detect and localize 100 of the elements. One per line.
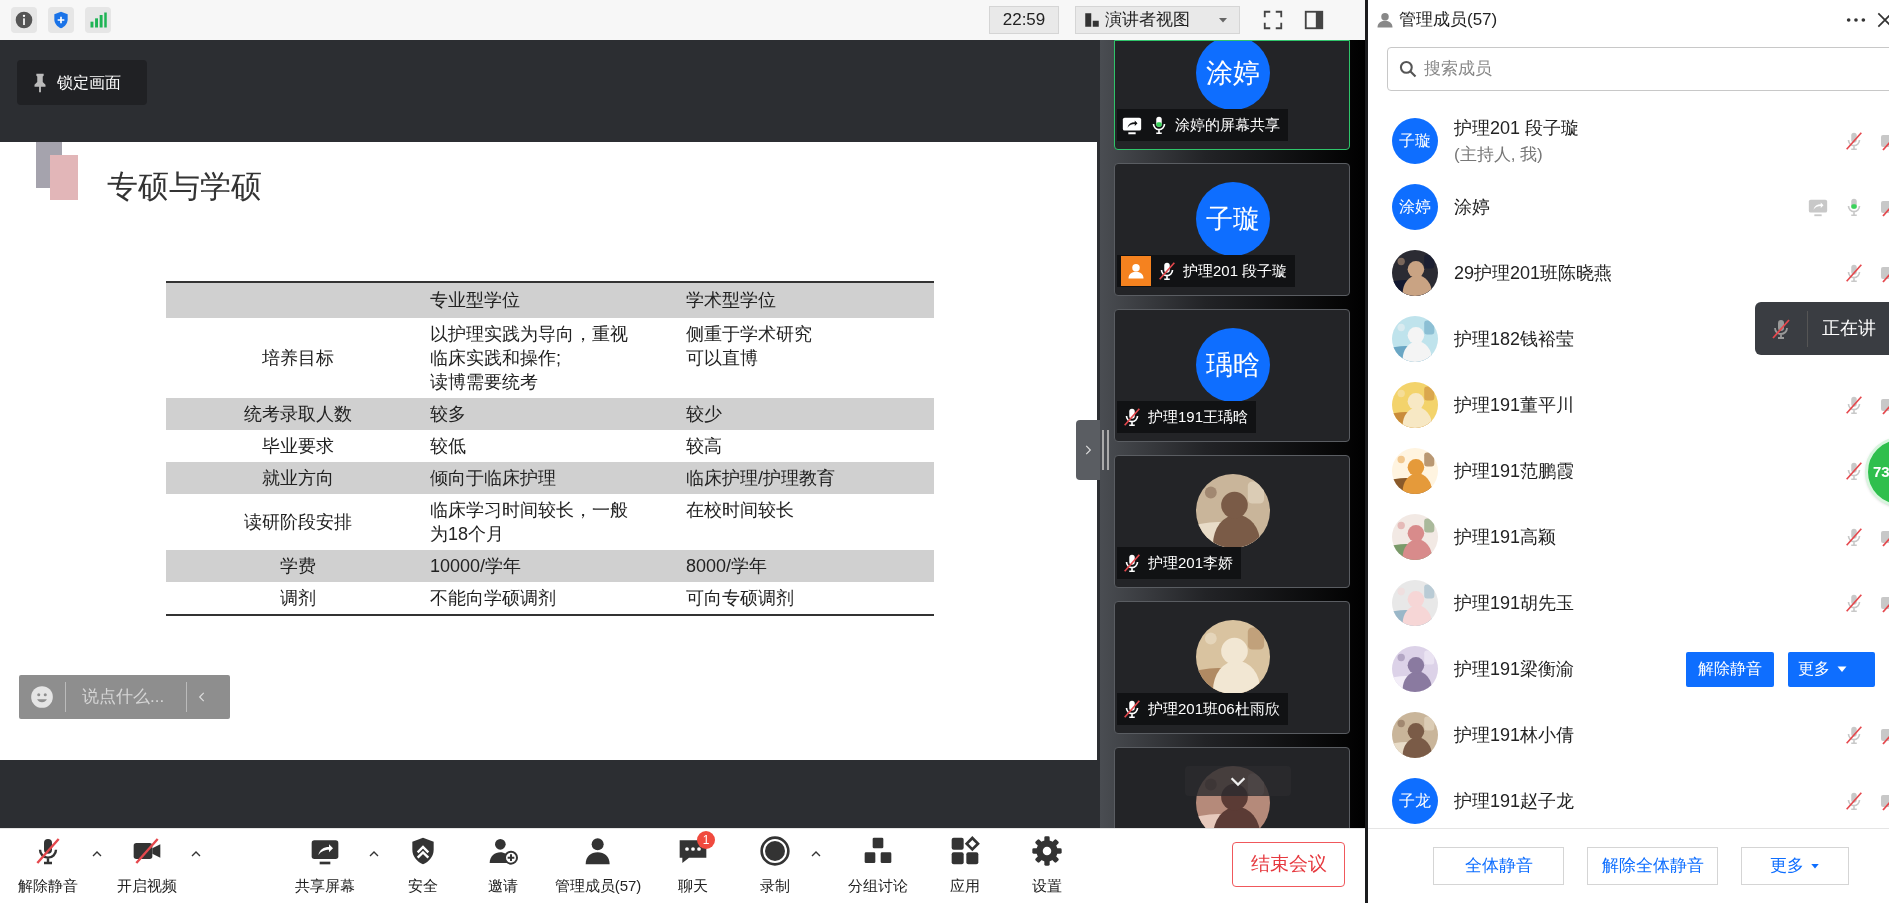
share-screen-button[interactable]: 共享屏幕 xyxy=(293,835,357,897)
caret-down-icon xyxy=(1810,861,1820,871)
slide-title: 专硕与学硕 xyxy=(107,169,262,204)
table-cell-text: 就业方向 xyxy=(262,466,334,490)
participant-name: 护理201班06杜雨欣 xyxy=(1148,698,1280,719)
search-input[interactable]: 搜索成员 xyxy=(1424,56,1724,82)
apps-icon xyxy=(949,835,981,867)
member-name: 涂婷 xyxy=(1454,195,1490,219)
settings-button[interactable]: 设置 xyxy=(1029,835,1065,897)
avatar: 子璇 xyxy=(1196,182,1270,256)
info-button[interactable] xyxy=(11,7,37,33)
title-decoration xyxy=(36,142,78,200)
invite-button[interactable]: 邀请 xyxy=(485,835,521,897)
table-cell-text: 临床实践和操作; xyxy=(430,346,561,370)
table-cell-text: 在校时间较长 xyxy=(686,498,794,522)
table-cell-text: 可向专硕调剂 xyxy=(686,586,794,610)
member-name: 护理191胡先玉 xyxy=(1454,591,1575,615)
smiley-icon xyxy=(29,684,55,710)
participant-name: 护理201 段子璇 xyxy=(1183,260,1288,281)
mute-all-button[interactable]: 全体静音 xyxy=(1433,847,1564,885)
avatar: 子龙 xyxy=(1392,778,1438,824)
start-video-button[interactable]: 开启视频 xyxy=(115,835,179,897)
member-name: 护理191林小倩 xyxy=(1454,723,1575,747)
more-button[interactable]: 更多 xyxy=(1788,651,1875,687)
table-cell-text: 较高 xyxy=(686,434,722,458)
table-cell-text: 调剂 xyxy=(280,586,316,610)
video-tile[interactable]: 瑀晗 护理191王瑀晗 xyxy=(1114,309,1350,442)
avatar: 瑀晗 xyxy=(1196,328,1270,402)
resize-handle[interactable] xyxy=(1102,430,1109,470)
end-meeting-button[interactable]: 结束会议 xyxy=(1232,842,1345,887)
table-cell-text: 10000/学年 xyxy=(430,554,522,578)
view-dropdown[interactable]: 演讲者视图 xyxy=(1075,6,1240,34)
participant-name: 涂婷的屏幕共享 xyxy=(1175,114,1280,135)
collapse-handle[interactable] xyxy=(1076,420,1100,480)
table-cell-text: 以护理实践为导向，重视 xyxy=(430,322,628,346)
table-cell-text: 读研阶段安排 xyxy=(244,510,352,534)
meeting-timer: 22:59 xyxy=(989,6,1059,34)
member-name: 护理191董平川 xyxy=(1454,393,1575,417)
member-name: 护理182钱裕莹 xyxy=(1454,327,1575,351)
lock-screen-button[interactable]: 锁定画面 xyxy=(17,60,147,105)
info-icon xyxy=(14,10,34,30)
table-cell-text: 培养目标 xyxy=(262,346,334,370)
panel-title: 管理成员(57) xyxy=(1399,9,1498,32)
video-tile[interactable]: 子璇 护理201 段子璇 xyxy=(1114,163,1350,296)
table-cell-text: 侧重于学术研究 xyxy=(686,322,812,346)
record-icon xyxy=(759,835,791,867)
sidebar-icon xyxy=(1303,9,1325,31)
unmute-button[interactable]: 解除静音 xyxy=(16,835,80,897)
table-cell-text: 不能向学硕调剂 xyxy=(430,586,556,610)
video-tile[interactable]: 护理201班06杜雨欣 xyxy=(1114,601,1350,734)
participants-button[interactable]: 管理成员(57) xyxy=(552,835,644,897)
table-cell-text: 临床学习时间较长，一般 xyxy=(430,498,628,522)
table-cell-text: 临床护理/护理教育 xyxy=(686,466,835,490)
settings-icon xyxy=(1031,835,1063,867)
unmute-button[interactable]: 解除静音 xyxy=(1686,651,1774,687)
video-tile[interactable]: 护理201李娇 xyxy=(1114,455,1350,588)
table-cell-text: 可以直博 xyxy=(686,346,758,370)
person-icon xyxy=(1375,10,1395,30)
avatar: 涂婷 xyxy=(1196,41,1270,110)
table-cell-text: 8000/学年 xyxy=(686,554,768,578)
table-cell-text: 较少 xyxy=(686,402,722,426)
member-name: 护理201 段子璇 xyxy=(1454,116,1580,140)
search-icon xyxy=(1398,59,1418,79)
member-name: 护理191赵子龙 xyxy=(1454,789,1575,813)
participant-name: 护理201李娇 xyxy=(1148,552,1234,573)
column-header: 学术型学位 xyxy=(686,289,776,310)
apps-button[interactable]: 应用 xyxy=(947,835,983,897)
security-button[interactable]: 安全 xyxy=(405,835,441,897)
chat-input[interactable]: 说点什么... xyxy=(82,684,182,710)
fullscreen-icon xyxy=(1262,9,1284,31)
breakout-rooms-button[interactable]: 分组讨论 xyxy=(846,835,910,897)
member-name: 护理191高颖 xyxy=(1454,525,1557,549)
column-header: 专业型学位 xyxy=(430,289,520,310)
tooltip-text: 正在讲 xyxy=(1822,317,1876,340)
table-cell-text: 较低 xyxy=(430,434,466,458)
record-button[interactable]: 录制 xyxy=(757,835,793,897)
search-field[interactable]: 搜索成员 xyxy=(1387,47,1889,91)
avatar: 涂婷 xyxy=(1392,184,1438,230)
table-cell-text: 学费 xyxy=(280,554,316,578)
table-cell-text: 统考录取人数 xyxy=(244,402,352,426)
security-status-button[interactable] xyxy=(48,7,74,33)
member-name: 29护理201班陈晓燕 xyxy=(1454,261,1613,285)
table-cell-text: 读博需要统考 xyxy=(430,370,538,394)
chat-input-bar[interactable]: 说点什么... xyxy=(19,675,230,719)
unread-badge: 1 xyxy=(697,831,715,849)
table-cell-text: 较多 xyxy=(430,402,466,426)
shield-icon xyxy=(51,10,71,30)
close-icon[interactable] xyxy=(1875,10,1889,30)
avatar: 子璇 xyxy=(1392,118,1438,164)
table-cell-text: 毕业要求 xyxy=(262,434,334,458)
member-name: 护理191范鹏霞 xyxy=(1454,459,1575,483)
signal-icon xyxy=(88,10,108,30)
table-cell-text: 倾向于临床护理 xyxy=(430,466,556,490)
member-name: 护理191梁衡渝 xyxy=(1454,657,1575,681)
table-cell-text: 为18个月 xyxy=(430,522,505,546)
video-tile[interactable]: 涂婷 涂婷的屏幕共享 xyxy=(1114,40,1350,150)
more-button[interactable]: 更多 xyxy=(1741,847,1849,885)
participant-name: 护理191王瑀晗 xyxy=(1148,406,1249,427)
unmute-all-button[interactable]: 解除全体静音 xyxy=(1587,847,1718,885)
member-role: (主持人, 我) xyxy=(1454,143,1544,166)
